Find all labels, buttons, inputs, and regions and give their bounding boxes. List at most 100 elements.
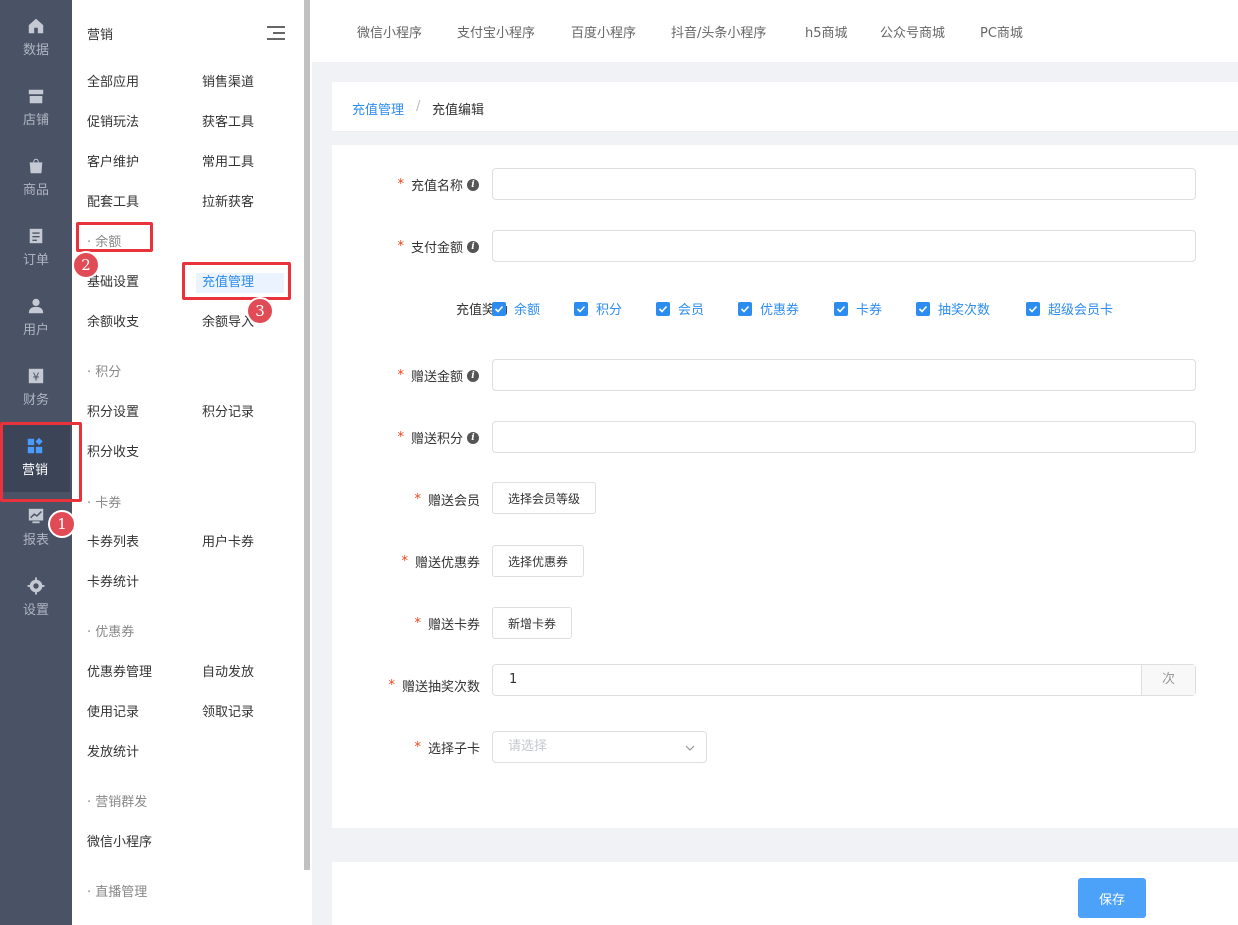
menu-card-stats[interactable]: 卡券统计 [87,573,139,593]
rail-item-finance[interactable]: ¥ 财务 [0,352,72,422]
subcard-placeholder: 请选择 [508,739,548,754]
menu-coupon-mgmt[interactable]: 优惠券管理 [87,663,152,683]
subcard-select[interactable]: 请选择 [492,731,707,763]
tab-wechat-mini[interactable]: 微信小程序 [357,22,422,41]
reward-label: 充值奖励 [455,303,508,318]
menu-wx-mini[interactable]: 微信小程序 [87,833,152,853]
lottery-count-input[interactable]: 1 次 [492,664,1196,696]
form-footer: 保存 [332,862,1238,925]
menu-balance-io[interactable]: 余额收支 [87,313,139,333]
breadcrumb-current: 充值编辑 [432,103,485,118]
menu-points-record[interactable]: 积分记录 [202,403,254,423]
required-mark: * [388,678,395,693]
home-icon [28,18,44,33]
rail-item-order[interactable]: 订单 [0,212,72,282]
checkbox-checked-icon [834,301,848,316]
menu-points-io[interactable]: 积分收支 [87,443,139,463]
menu-usage-record[interactable]: 使用记录 [87,703,139,723]
tab-pc-mall[interactable]: PC商城 [980,22,1023,41]
menu-common[interactable]: 常用工具 [202,153,254,173]
lottery-count-value: 1 [509,672,518,687]
reward-checkbox-coupon[interactable]: 优惠券 [738,299,799,318]
lottery-unit: 次 [1141,665,1195,695]
menu-user-cards[interactable]: 用户卡券 [202,533,254,553]
pay-label-text: 支付金额 [410,241,463,256]
reward-checkbox-points[interactable]: 积分 [574,299,622,318]
gift-amount-input[interactable] [492,359,1196,391]
rail-label: 店铺 [22,112,49,128]
rail-item-settings[interactable]: 设置 [0,562,72,632]
recharge-form: * 充值名称 i * 支付金额 i 充值奖励 余额 积分 会员 优惠券 卡券 抽奖次数 … [332,145,1238,828]
menu-all-apps[interactable]: 全部应用 [87,73,139,93]
menu-customer[interactable]: 客户维护 [87,153,139,173]
required-mark: * [397,177,404,192]
rail-item-goods[interactable]: 商品 [0,142,72,212]
gift-member-label-text: 赠送会员 [427,494,480,509]
pay-amount-input[interactable] [492,230,1196,262]
menu-auto-issue[interactable]: 自动发放 [202,663,254,683]
menu-support[interactable]: 配套工具 [87,193,139,213]
submenu-title: 营销 [87,28,114,43]
submenu-panel: 营销 全部应用 销售渠道 促销玩法 获客工具 客户维护 常用工具 配套工具 拉新… [72,0,312,925]
channel-tabs: 微信小程序 支付宝小程序 百度小程序 抖音/头条小程序 h5商城 公众号商城 P… [312,0,1238,62]
rail-label: 报表 [22,532,49,548]
reward-option-label: 积分 [596,303,623,318]
tab-douyin-mini[interactable]: 抖音/头条小程序 [671,22,766,41]
user-icon [28,298,44,313]
breadcrumb-separator: / [416,99,421,114]
reward-checkbox-lottery[interactable]: 抽奖次数 [916,299,990,318]
menu-new-customers[interactable]: 拉新获客 [202,193,254,213]
gift-points-input[interactable] [492,421,1196,453]
reward-option-label: 抽奖次数 [938,303,991,318]
tab-baidu-mini[interactable]: 百度小程序 [571,22,636,41]
info-icon: i [467,431,479,444]
menu-basic-settings[interactable]: 基础设置 [87,273,139,293]
subcard-label: * 选择子卡 [280,738,480,757]
reward-checkbox-card[interactable]: 卡券 [834,299,882,318]
collapse-menu-icon[interactable] [267,26,285,40]
gift-member-label: * 赠送会员 [280,490,480,509]
rail-label: 商品 [22,182,49,198]
menu-acquire[interactable]: 获客工具 [202,113,254,133]
reward-checkbox-member[interactable]: 会员 [656,299,704,318]
menu-points-settings[interactable]: 积分设置 [87,403,139,423]
menu-claim-record[interactable]: 领取记录 [202,703,254,723]
section-mass: · 营销群发 [87,795,148,810]
checkbox-checked-icon [574,301,588,316]
reward-option-label: 超级会员卡 [1048,303,1114,318]
reward-option-label: 会员 [678,303,705,318]
tab-h5-mall[interactable]: h5商城 [805,22,848,41]
breadcrumb-parent[interactable]: 充值管理 [352,99,404,118]
name-label-text: 充值名称 [410,179,463,194]
tab-mp-mall[interactable]: 公众号商城 [880,22,945,41]
menu-sales-channel[interactable]: 销售渠道 [202,73,254,93]
rail-label: 订单 [22,252,49,268]
select-coupon-button[interactable]: 选择优惠券 [492,545,584,577]
gear-icon [27,576,45,595]
menu-promo[interactable]: 促销玩法 [87,113,139,133]
rail-label: 财务 [22,392,49,408]
rail-item-data[interactable]: 数据 [0,2,72,72]
recharge-name-input[interactable] [492,168,1196,200]
select-member-level-button[interactable]: 选择会员等级 [492,482,596,514]
menu-card-list[interactable]: 卡券列表 [87,533,139,553]
finance-icon: ¥ [28,368,44,383]
rail-item-user[interactable]: 用户 [0,282,72,352]
annotation-badge-3: 3 [246,297,274,325]
chevron-down-icon [685,745,695,751]
reward-checkbox-super-card[interactable]: 超级会员卡 [1026,299,1113,318]
required-mark: * [414,740,421,755]
reward-option-label: 优惠券 [760,303,800,318]
add-card-button[interactable]: 新增卡券 [492,607,572,639]
reward-checkbox-balance[interactable]: 余额 [492,299,540,318]
tab-alipay-mini[interactable]: 支付宝小程序 [457,22,535,41]
gift-card-label: * 赠送卡券 [280,614,480,633]
pay-label: * 支付金额 i [279,237,479,256]
rail-label: 数据 [22,42,49,58]
name-label: * 充值名称 i [279,175,479,194]
section-cards: · 卡券 [87,496,122,511]
rail-item-store[interactable]: 店铺 [0,72,72,142]
annotation-badge-2: 2 [72,251,100,279]
menu-issue-stats[interactable]: 发放统计 [87,743,139,763]
save-button[interactable]: 保存 [1078,878,1146,918]
